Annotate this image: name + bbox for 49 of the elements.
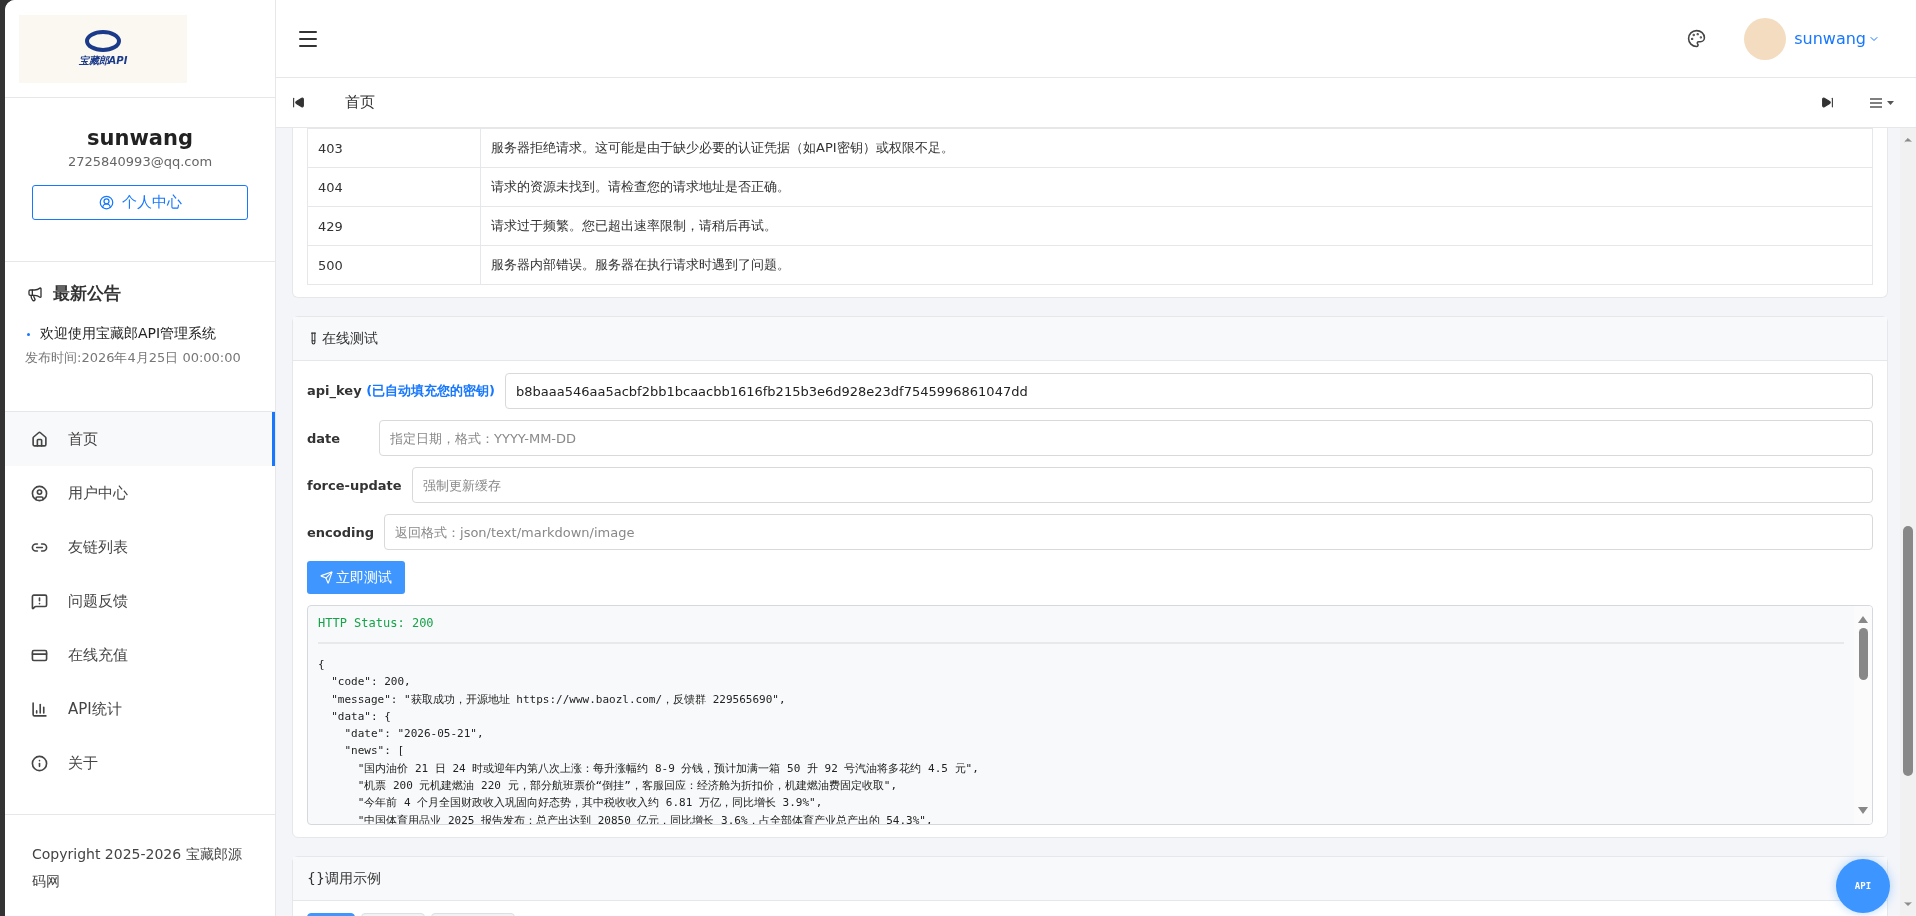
status-code: 404: [307, 167, 481, 207]
card-title: 在线测试: [322, 329, 378, 348]
announcement-title: 最新公告: [53, 282, 121, 305]
user-email: 2725840993@qq.com: [67, 154, 213, 169]
menu-caret-icon[interactable]: [1870, 97, 1896, 108]
field-label: date: [307, 430, 341, 446]
field-label: force-update: [307, 477, 402, 493]
user-name: sunwang: [87, 126, 193, 150]
input-field[interactable]: 返回格式：json/text/markdown/image: [384, 514, 1873, 550]
status-description: 服务器拒绝请求。这可能是由于缺少必要的认证凭据（如API密钥）或权限不足。: [480, 128, 1873, 168]
field-label: encoding: [307, 524, 375, 540]
status-code: 500: [307, 245, 481, 285]
palette-icon[interactable]: [1687, 29, 1707, 48]
status-description: 请求的资源未找到。请检查您的请求地址是否正确。: [480, 167, 1873, 207]
input-field[interactable]: b8baaa546aa5acbf2bb1bcaacbb1616fb215b3e6d928e23df7545996861047dd: [505, 373, 1873, 409]
logo-text: 宝藏郎API: [78, 53, 128, 68]
page-scrollbar[interactable]: [1900, 128, 1916, 916]
bullet-icon: [27, 332, 30, 336]
scroll-down-icon[interactable]: [1857, 806, 1869, 816]
copyright-text: Copyright 2025-2026 宝藏郎源码网: [31, 845, 243, 891]
field-hint: (已自动填充您的密钥): [366, 383, 496, 398]
card-title: {}调用示例: [307, 869, 381, 888]
ring-logo-icon: [85, 29, 121, 52]
http-status: HTTP Status: 200: [318, 616, 1844, 644]
nav-item[interactable]: 首页: [5, 412, 275, 466]
status-description: 服务器内部错误。服务器在执行请求时遇到了问题。: [480, 245, 1873, 285]
user-icon: [31, 484, 48, 502]
user-icon: [98, 195, 114, 210]
info-icon: [31, 754, 48, 772]
announcement-time: 发布时间:2026年4月25日 00:00:00: [25, 349, 242, 367]
megaphone-icon: [27, 285, 43, 302]
status-code: 403: [307, 128, 481, 168]
last-tab-icon[interactable]: [1821, 96, 1834, 109]
profile-button[interactable]: 个人中心: [32, 185, 248, 220]
user-menu[interactable]: sunwang: [1794, 29, 1880, 48]
field-label: api_key: [307, 383, 362, 398]
home-icon: [31, 430, 48, 448]
status-description: 请求过于频繁。您已超出速率限制，请稍后再试。: [480, 206, 1873, 246]
first-tab-icon[interactable]: [292, 96, 305, 109]
status-code: 429: [307, 206, 481, 246]
scroll-thumb[interactable]: [1858, 628, 1868, 680]
announcement-link[interactable]: 欢迎使用宝藏郎API管理系统: [40, 325, 217, 343]
send-icon: [320, 571, 333, 584]
bar-chart-icon: [31, 700, 48, 718]
feedback-icon: [31, 592, 48, 610]
scroll-thumb[interactable]: [1903, 526, 1913, 776]
input-field[interactable]: 指定日期，格式：YYYY-MM-DD: [379, 420, 1873, 456]
scroll-up-icon[interactable]: [1857, 614, 1869, 624]
input-field[interactable]: 强制更新缓存: [411, 467, 1873, 503]
